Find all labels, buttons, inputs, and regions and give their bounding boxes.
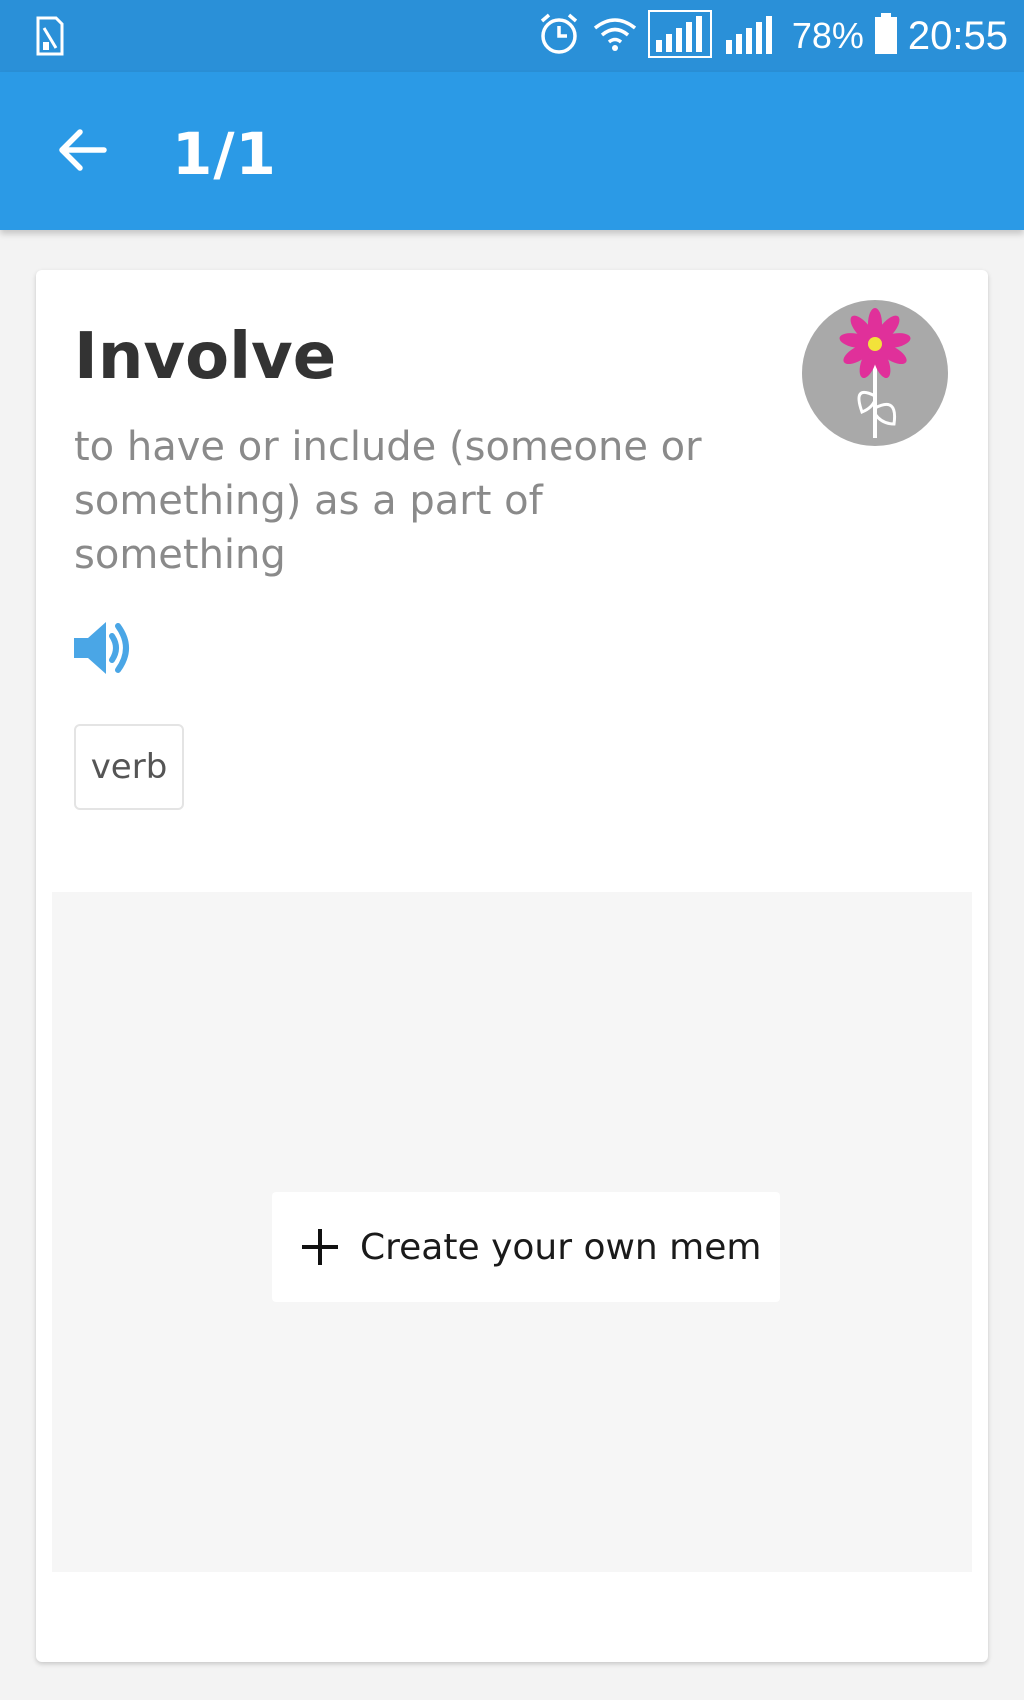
speaker-icon[interactable] bbox=[72, 618, 138, 678]
create-mem-button[interactable]: Create your own mem bbox=[272, 1192, 780, 1302]
sim-card-icon bbox=[36, 16, 64, 61]
mem-area: Create your own mem bbox=[52, 892, 972, 1572]
status-bar: 78% 20:55 bbox=[0, 0, 1024, 72]
status-icons: 78% 20:55 bbox=[536, 9, 1008, 63]
flower-icon bbox=[839, 308, 911, 438]
battery-percent: 78% bbox=[791, 15, 864, 56]
plus-icon bbox=[300, 1227, 340, 1267]
word-definition: to have or include (someone or something… bbox=[74, 424, 702, 578]
word-card: Involve to have or include (someone or s… bbox=[36, 270, 988, 1662]
page-counter: 1/1 bbox=[172, 120, 277, 188]
battery-icon bbox=[874, 12, 898, 60]
clock: 20:55 bbox=[907, 13, 1008, 58]
create-mem-label: Create your own mem bbox=[360, 1226, 762, 1268]
alarm-icon bbox=[536, 11, 582, 62]
signal-icon bbox=[647, 9, 712, 63]
app-bar: 1/1 bbox=[0, 72, 1024, 230]
part-of-speech-label: verb bbox=[90, 747, 168, 787]
arrow-left-icon bbox=[59, 129, 107, 171]
avatar bbox=[802, 300, 948, 446]
word-title: Involve bbox=[74, 320, 337, 394]
wifi-icon bbox=[592, 14, 638, 59]
part-of-speech-tag: verb bbox=[74, 724, 184, 810]
back-button[interactable] bbox=[44, 114, 120, 186]
signal-icon bbox=[722, 12, 782, 61]
